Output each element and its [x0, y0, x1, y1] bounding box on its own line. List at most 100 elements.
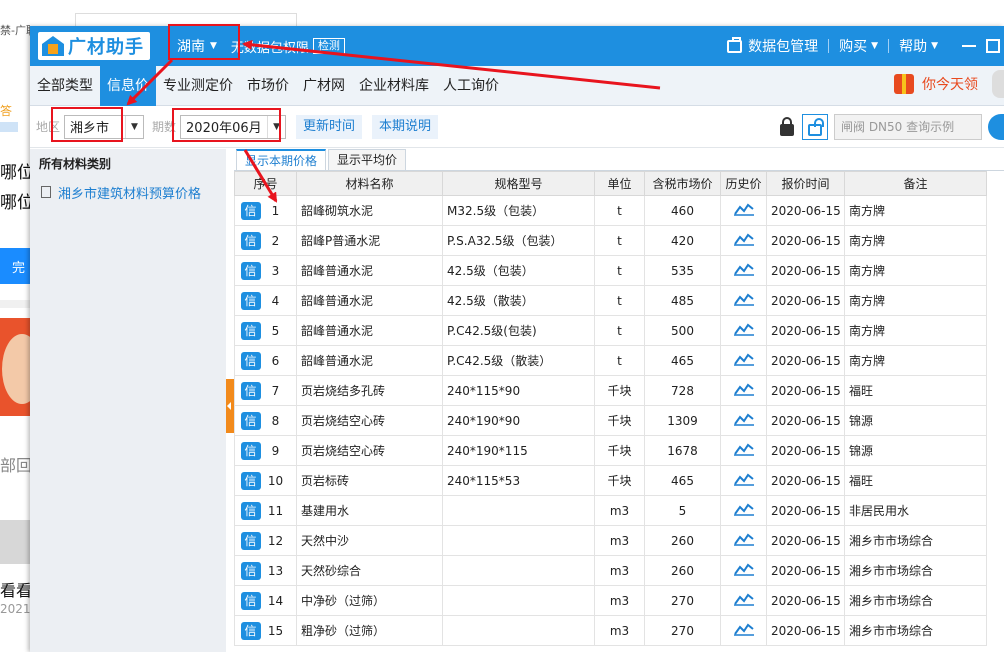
info-badge-icon[interactable]: 信 — [240, 231, 261, 250]
minimize-icon[interactable] — [962, 45, 976, 47]
price: 1678 — [644, 435, 721, 466]
package-manager-button[interactable]: 数据包管理 — [717, 36, 828, 56]
avatar[interactable] — [992, 70, 1004, 98]
region-dropdown[interactable]: 湖南 ▼ — [162, 31, 223, 61]
data-permission-status[interactable]: 无数据包权限 检测 — [231, 37, 345, 56]
trend-chart-icon[interactable] — [733, 352, 754, 366]
trend-chart-icon[interactable] — [733, 592, 754, 606]
info-badge-icon[interactable]: 信 — [240, 441, 261, 460]
info-badge-icon[interactable]: 信 — [240, 381, 261, 400]
col-unit[interactable]: 单位 — [594, 171, 645, 196]
caret-down-icon: ▼ — [125, 115, 143, 138]
trend-chart-icon[interactable] — [733, 232, 754, 246]
trend-chart-icon[interactable] — [733, 202, 754, 216]
info-badge-icon[interactable]: 信 — [240, 621, 261, 640]
period-value: 2020年06月 — [186, 121, 262, 136]
trend-chart-icon[interactable] — [733, 472, 754, 486]
promo-banner[interactable]: 你今天领 — [894, 74, 978, 94]
nav-market-price[interactable]: 市场价 — [240, 66, 296, 106]
info-badge-icon[interactable]: 信 — [240, 351, 261, 370]
nav-enterprise-library[interactable]: 企业材料库 — [352, 66, 436, 106]
table-row[interactable]: 信 2 韶峰P普通水泥 P.S.A32.5级（包装） t 420 2020-06-15 南方牌 — [234, 225, 987, 256]
nav-info-price[interactable]: 信息价 — [100, 65, 156, 106]
table-row[interactable]: 信 1 韶峰砌筑水泥 M32.5级（包装） t 460 2020-06-15 南方牌 — [234, 195, 987, 226]
table-row[interactable]: 信 10 页岩标砖 240*115*53 千块 465 2020-06-15 福旺 — [234, 465, 987, 496]
trend-chart-icon[interactable] — [733, 322, 754, 336]
trend-chart-icon[interactable] — [733, 292, 754, 306]
city-select[interactable]: 湘乡市 ▼ — [64, 114, 145, 139]
trend-chart-icon[interactable] — [733, 562, 754, 576]
gift-icon — [894, 74, 914, 94]
row-index: 6 — [271, 353, 280, 368]
trend-chart-icon[interactable] — [733, 532, 754, 546]
sidebar-collapse-button[interactable] — [226, 379, 234, 433]
table-row[interactable]: 信 4 韶峰普通水泥 42.5级（散装） t 485 2020-06-15 南方牌 — [234, 285, 987, 316]
update-time-button[interactable]: 更新时间 — [296, 114, 363, 139]
maximize-icon[interactable] — [986, 39, 1000, 53]
info-badge-icon[interactable]: 信 — [240, 561, 261, 580]
table-row[interactable]: 信 8 页岩烧结空心砖 240*190*90 千块 1309 2020-06-15 锦源 — [234, 405, 987, 436]
col-quote-time[interactable]: 报价时间 — [766, 171, 845, 196]
info-badge-icon[interactable]: 信 — [240, 201, 261, 220]
col-spec[interactable]: 规格型号 — [442, 171, 595, 196]
search-icon[interactable] — [988, 114, 1004, 140]
table-row[interactable]: 信 15 粗净砂（过筛） m3 270 2020-06-15 湘乡市市场综合 — [234, 615, 987, 646]
unlock-button[interactable] — [802, 114, 828, 140]
col-index[interactable]: 序号 — [234, 171, 297, 196]
col-material-name[interactable]: 材料名称 — [296, 171, 443, 196]
table-row[interactable]: 信 12 天然中沙 m3 260 2020-06-15 湘乡市市场综合 — [234, 525, 987, 556]
nav-gcw[interactable]: 广材网 — [296, 66, 352, 106]
col-history[interactable]: 历史价 — [720, 171, 767, 196]
table-row[interactable]: 信 14 中净砂（过筛） m3 270 2020-06-15 湘乡市市场综合 — [234, 585, 987, 616]
trend-chart-icon[interactable] — [733, 382, 754, 396]
history-cell — [720, 405, 767, 436]
col-remark[interactable]: 备注 — [844, 171, 987, 196]
table-row[interactable]: 信 11 基建用水 m3 5 2020-06-15 非居民用水 — [234, 495, 987, 526]
unit: t — [594, 345, 645, 376]
info-badge-icon[interactable]: 信 — [240, 501, 261, 520]
lock-icon[interactable] — [780, 117, 794, 136]
table-row[interactable]: 信 5 韶峰普通水泥 P.C42.5级(包装) t 500 2020-06-15 南方牌 — [234, 315, 987, 346]
quote-time: 2020-06-15 — [766, 225, 845, 256]
trend-chart-icon[interactable] — [733, 442, 754, 456]
table-row[interactable]: 信 7 页岩烧结多孔砖 240*115*90 千块 728 2020-06-15 福旺 — [234, 375, 987, 406]
trend-chart-icon[interactable] — [733, 622, 754, 636]
sidebar-item-xiangxiang-materials[interactable]: 湘乡市建筑材料预算价格 — [30, 179, 226, 205]
info-badge-icon[interactable]: 信 — [240, 591, 261, 610]
trend-chart-icon[interactable] — [733, 412, 754, 426]
info-badge-icon[interactable]: 信 — [240, 471, 261, 490]
spec: 240*115*53 — [442, 465, 595, 496]
quote-time: 2020-06-15 — [766, 285, 845, 316]
row-index-cell: 信7 — [234, 375, 297, 406]
buy-menu[interactable]: 购买 ▼ — [829, 36, 888, 56]
unit: m3 — [594, 585, 645, 616]
info-badge-icon[interactable]: 信 — [240, 411, 261, 430]
info-badge-icon[interactable]: 信 — [240, 291, 261, 310]
remark: 湘乡市市场综合 — [844, 525, 987, 556]
row-index-cell: 信 11 — [234, 495, 297, 526]
table-row[interactable]: 信 13 天然砂综合 m3 260 2020-06-15 湘乡市市场综合 — [234, 555, 987, 586]
col-price[interactable]: 含税市场价 — [644, 171, 721, 196]
table-row[interactable]: 信 6 韶峰普通水泥 P.C42.5级（散装） t 465 2020-06-15 南方牌 — [234, 345, 987, 376]
history-cell — [720, 435, 767, 466]
background-button[interactable]: 完 — [0, 248, 30, 284]
background-headline: 看看 — [0, 581, 30, 600]
trend-chart-icon[interactable] — [733, 502, 754, 516]
info-badge-icon[interactable]: 信 — [240, 321, 261, 340]
tab-current-price[interactable]: 显示本期价格 — [236, 149, 327, 170]
table-row[interactable]: 信 3 韶峰普通水泥 42.5级（包装） t 535 2020-06-15 南方牌 — [234, 255, 987, 286]
table-row[interactable]: 信 9 页岩烧结空心砖 240*190*115 千块 1678 2020-06-15 锦源 — [234, 435, 987, 466]
nav-labor-inquiry[interactable]: 人工询价 — [436, 66, 506, 106]
info-badge-icon[interactable]: 信 — [240, 531, 261, 550]
search-input[interactable]: 闸阀 DN50 查询示例 — [834, 114, 982, 140]
help-menu[interactable]: 帮助 ▼ — [889, 36, 948, 56]
material-name: 韶峰普通水泥 — [296, 255, 443, 286]
tab-average-price[interactable]: 显示平均价 — [328, 149, 407, 170]
period-select[interactable]: 2020年06月 ▼ — [180, 114, 287, 139]
detect-tag[interactable]: 检测 — [312, 38, 345, 54]
nav-professional-price[interactable]: 专业测定价 — [156, 66, 240, 106]
nav-all-types[interactable]: 全部类型 — [30, 66, 100, 106]
trend-chart-icon[interactable] — [733, 262, 754, 276]
info-badge-icon[interactable]: 信 — [240, 261, 261, 280]
period-notes-button[interactable]: 本期说明 — [372, 114, 439, 139]
